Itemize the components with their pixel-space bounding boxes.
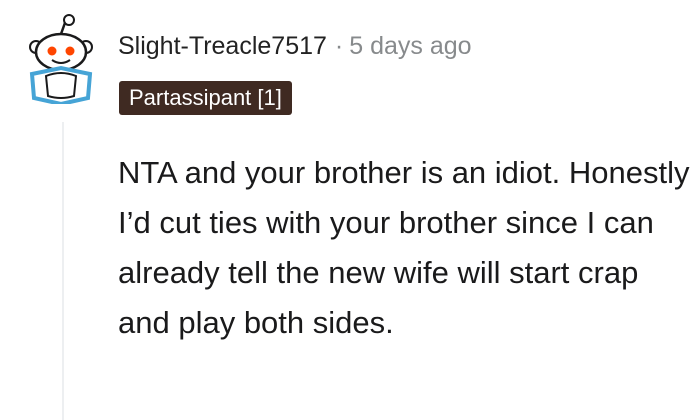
comment-header: Slight-Treacle7517 · 5 days ago: [118, 28, 472, 64]
username-link[interactable]: Slight-Treacle7517: [118, 32, 327, 60]
user-flair-badge: Partassipant [1]: [119, 81, 292, 115]
comment-body: NTA and your brother is an idiot. Honest…: [118, 155, 690, 340]
comment: Slight-Treacle7517 · 5 days ago Partassipa…: [0, 0, 700, 420]
snoo-avatar-icon[interactable]: [22, 12, 100, 104]
thread-line[interactable]: [62, 122, 64, 420]
timestamp-link[interactable]: 5 days ago: [349, 32, 471, 60]
separator-dot: ·: [334, 32, 344, 60]
